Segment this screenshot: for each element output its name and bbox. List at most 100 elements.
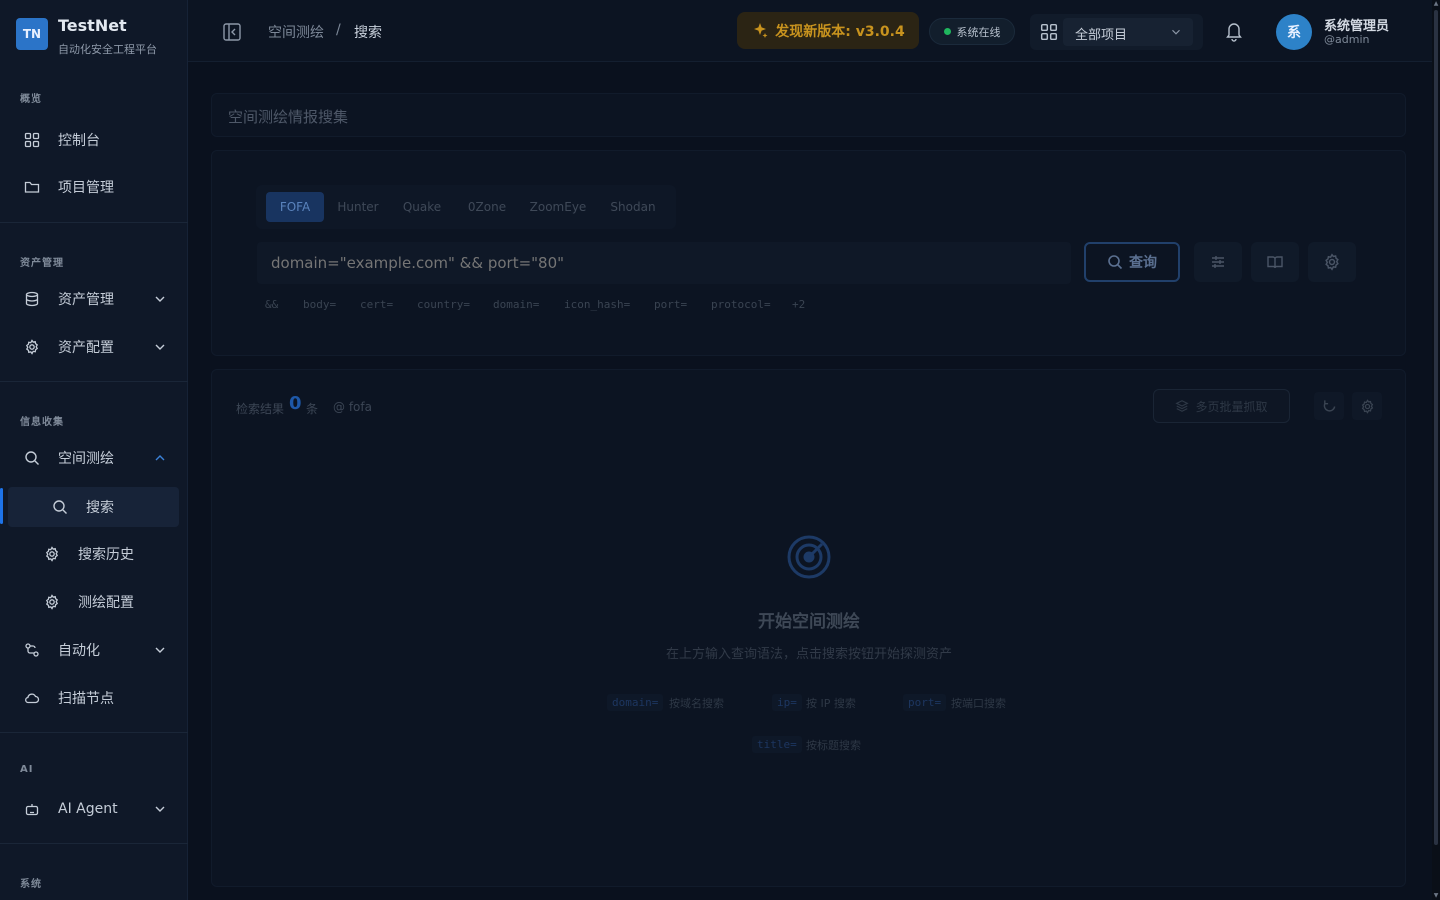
user-name[interactable]: 系统管理员: [1324, 15, 1389, 34]
syntax-chip[interactable]: protocol=: [711, 298, 771, 311]
refresh-icon: [1323, 399, 1335, 412]
sparkle-icon: [754, 22, 768, 38]
new-version-button[interactable]: 发现新版本: v3.0.4: [737, 12, 919, 49]
sidebar-item-label: 扫描节点: [58, 691, 114, 707]
results-source: @ fofa: [333, 400, 372, 414]
user-handle: @admin: [1324, 33, 1370, 46]
scrollbar-thumb[interactable]: [1434, 10, 1438, 845]
title-card: [211, 93, 1406, 137]
query-input[interactable]: [257, 242, 1071, 284]
syntax-chip[interactable]: body=: [303, 298, 336, 311]
breadcrumb-parent[interactable]: 空间测绘: [268, 22, 324, 42]
syntax-chip[interactable]: port=: [654, 298, 687, 311]
sidebar-item-label: 搜索历史: [78, 547, 134, 563]
gear-icon: [1361, 398, 1373, 414]
section-assets: 资产管理: [20, 258, 64, 269]
chevron-down-icon: [1172, 29, 1180, 35]
syntax-chip[interactable]: country=: [417, 298, 470, 311]
project-selector: 全部项目: [1030, 14, 1203, 50]
chevron-down-icon: [155, 806, 165, 812]
sidebar-item-asset-config[interactable]: 资产配置: [22, 327, 182, 367]
project-select-value: 全部项目: [1075, 28, 1128, 43]
avatar[interactable]: 系: [1276, 14, 1312, 50]
robot-icon: [22, 799, 42, 819]
sidebar-item-label: 搜索: [86, 500, 114, 516]
chevron-down-icon: [155, 296, 165, 302]
search-settings-button[interactable]: [1308, 242, 1356, 282]
syntax-chip[interactable]: icon_hash=: [564, 298, 630, 311]
sidebar-item-scan-nodes[interactable]: 扫描节点: [22, 678, 182, 718]
hint-code[interactable]: port=: [903, 694, 947, 711]
sidebar-item-search-history[interactable]: 搜索历史: [42, 534, 178, 574]
hint-text: 按端口搜索: [951, 697, 1006, 710]
sidebar-item-label: 项目管理: [58, 180, 114, 196]
results-unit: 条: [306, 402, 319, 416]
radar-icon: [787, 535, 831, 579]
sidebar-item-asset-management[interactable]: 资产管理: [22, 279, 182, 319]
dashboard-icon: [22, 130, 42, 150]
new-version-label: 发现新版本: v3.0.4: [775, 23, 905, 40]
search-icon: [1108, 255, 1123, 270]
results-label: 检索结果: [236, 402, 285, 416]
batch-fetch-button[interactable]: 多页批量抓取: [1153, 389, 1290, 423]
breadcrumb-separator: /: [336, 22, 341, 38]
chevron-down-icon: [155, 344, 165, 350]
results-count: 0: [289, 393, 302, 414]
query-button[interactable]: 查询: [1084, 242, 1180, 282]
sidebar-collapse-icon[interactable]: [222, 22, 242, 42]
sidebar-item-label: 控制台: [58, 133, 100, 149]
search-icon: [50, 497, 70, 517]
status-label: 系统在线: [956, 25, 1001, 39]
hint-code[interactable]: title=: [752, 736, 802, 753]
tab-quake[interactable]: Quake: [394, 192, 450, 222]
syntax-chip-more[interactable]: +2: [792, 298, 805, 311]
sidebar-divider: [0, 732, 188, 733]
search-icon: [22, 448, 42, 468]
sidebar-item-label: AI Agent: [58, 801, 118, 817]
database-icon: [22, 289, 42, 309]
sidebar-item-dashboard[interactable]: 控制台: [22, 120, 182, 160]
sidebar-item-space-mapping[interactable]: 空间测绘: [22, 438, 182, 478]
page-title: 空间测绘情报搜集: [228, 108, 349, 126]
sidebar-item-label: 资产配置: [58, 340, 114, 356]
sidebar-item-ai-agent[interactable]: AI Agent: [22, 789, 182, 829]
hint-code[interactable]: domain=: [607, 694, 664, 711]
tab-hunter[interactable]: Hunter: [330, 192, 386, 222]
scroll-down-icon[interactable]: ▼: [1432, 892, 1440, 900]
syntax-chip[interactable]: &&: [265, 298, 278, 311]
brand-subtitle: 自动化安全工程平台: [58, 43, 157, 56]
sidebar-item-search[interactable]: 搜索: [8, 487, 179, 527]
refresh-button[interactable]: [1314, 392, 1344, 420]
query-button-label: 查询: [1129, 255, 1157, 271]
scroll-up-icon[interactable]: ▲: [1432, 0, 1440, 8]
chevron-up-icon: [155, 455, 165, 461]
page-scrollbar[interactable]: ▲ ▼: [1432, 0, 1440, 900]
syntax-guide-button[interactable]: [1251, 242, 1299, 282]
project-select[interactable]: 全部项目: [1063, 18, 1193, 46]
empty-state-description: 在上方输入查询语法，点击搜索按钮开始探测资产: [665, 647, 952, 662]
tab-0zone[interactable]: 0Zone: [459, 192, 515, 222]
empty-state-title: 开始空间测绘: [758, 612, 860, 632]
section-info-gathering: 信息收集: [20, 417, 64, 428]
hint-text: 按标题搜索: [806, 739, 861, 752]
notification-bell-icon[interactable]: [1224, 20, 1244, 42]
hint-text: 按 IP 搜索: [806, 697, 856, 710]
breadcrumb-current: 搜索: [354, 25, 382, 41]
syntax-chip[interactable]: cert=: [360, 298, 393, 311]
syntax-chip[interactable]: domain=: [493, 298, 539, 311]
system-status-badge: 系统在线: [929, 18, 1015, 45]
sidebar-divider: [0, 222, 188, 223]
status-dot: [943, 28, 951, 35]
tab-zoomeye[interactable]: ZoomEye: [525, 192, 591, 222]
filter-button[interactable]: [1194, 242, 1242, 282]
sidebar-item-projects[interactable]: 项目管理: [22, 167, 182, 207]
folder-icon: [22, 177, 42, 197]
section-overview: 概览: [20, 94, 42, 105]
results-settings-button[interactable]: [1352, 392, 1382, 420]
brand-logo[interactable]: TN: [16, 18, 48, 50]
sidebar-item-label: 空间测绘: [58, 451, 114, 467]
hint-code[interactable]: ip=: [772, 694, 802, 711]
tab-fofa[interactable]: FOFA: [266, 192, 324, 222]
tab-shodan[interactable]: Shodan: [603, 192, 663, 222]
cloud-icon: [22, 688, 42, 708]
